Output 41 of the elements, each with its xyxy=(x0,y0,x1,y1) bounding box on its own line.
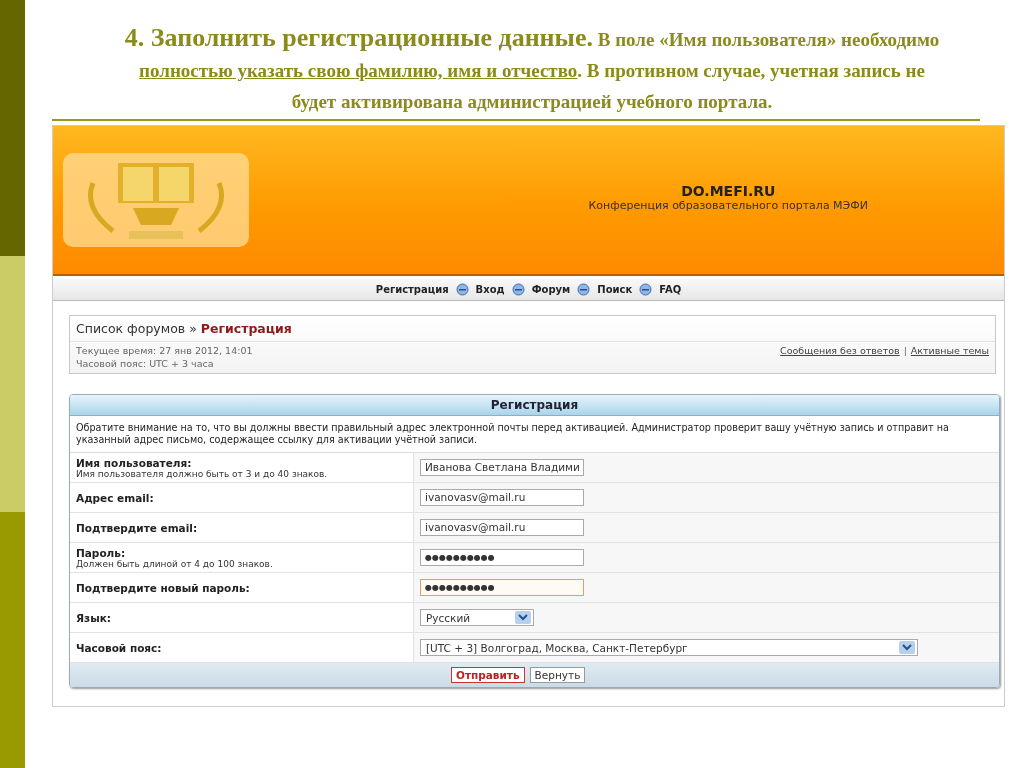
password-field[interactable]: ●●●●●●●●●● xyxy=(420,549,584,566)
field-hint: Имя пользователя должно быть от 3 и до 40 знаков. xyxy=(76,468,329,479)
circle-icon xyxy=(455,282,469,296)
field-label: Подтвердите новый пароль: xyxy=(76,581,251,594)
password-field[interactable]: ●●●●●●●●●● xyxy=(420,579,584,596)
breadcrumb-separator: » xyxy=(189,321,197,336)
nav-link[interactable]: FAQ xyxy=(659,283,682,295)
nav-link[interactable]: Форум xyxy=(531,283,571,295)
field-label: Пароль: xyxy=(76,546,127,559)
timezone-dropdown[interactable]: [UTC + 3] Волгоград, Москва, Санкт-Петербург xyxy=(420,639,918,656)
field-label: Часовой пояс: xyxy=(76,641,163,654)
timezone-text: Часовой пояс: UTC + 3 часа xyxy=(76,358,215,369)
submit-button[interactable]: Отправить xyxy=(451,667,525,683)
current-time: Текущее время: 27 янв 2012, 14:01 xyxy=(76,345,253,356)
link-separator: | xyxy=(903,345,907,356)
text-field[interactable]: ivanovasv@mail.ru xyxy=(420,519,584,536)
field-label: Имя пользователя: xyxy=(76,456,193,469)
circle-icon xyxy=(639,282,653,296)
circle-icon xyxy=(511,282,525,296)
field-label: Язык: xyxy=(76,611,112,624)
reset-button[interactable]: Вернуть xyxy=(529,667,586,683)
language-dropdown[interactable]: Русский xyxy=(420,609,534,626)
site-subtitle: Конференция образовательного портала МЭФИ xyxy=(588,198,868,212)
nav-link[interactable]: Вход xyxy=(475,283,505,295)
dropdown-caret-icon xyxy=(899,641,915,654)
panel-title: Регистрация xyxy=(70,395,999,416)
breadcrumb-current: Регистрация xyxy=(200,321,292,336)
nav-link[interactable]: Регистрация xyxy=(375,283,449,295)
circle-icon xyxy=(577,282,591,296)
dropdown-caret-icon xyxy=(515,611,531,624)
nav-link[interactable]: Поиск xyxy=(597,283,633,295)
text-field[interactable]: ivanovasv@mail.ru xyxy=(420,489,584,506)
field-label: Адрес email: xyxy=(76,491,155,504)
text-field[interactable]: Иванова Светлана Владими xyxy=(420,459,584,476)
field-label: Подтвердите email: xyxy=(76,521,199,534)
breadcrumb-link[interactable]: Список форумов xyxy=(76,321,186,336)
forum-link[interactable]: Сообщения без ответов xyxy=(780,345,900,356)
site-title: DO.MEFI.RU xyxy=(681,182,776,199)
slide-heading: 4. Заполнить регистрационные данные. В поле «Имя пользователя» необходимо полностью указать свою фамилию, имя и отчество. В противном случае, учетная запись не будет активирована администрацией учебного портала. xyxy=(123,22,941,114)
forum-link[interactable]: Активные темы xyxy=(910,345,989,356)
field-hint: Должен быть длиной от 4 до 100 знаков. xyxy=(76,558,274,569)
